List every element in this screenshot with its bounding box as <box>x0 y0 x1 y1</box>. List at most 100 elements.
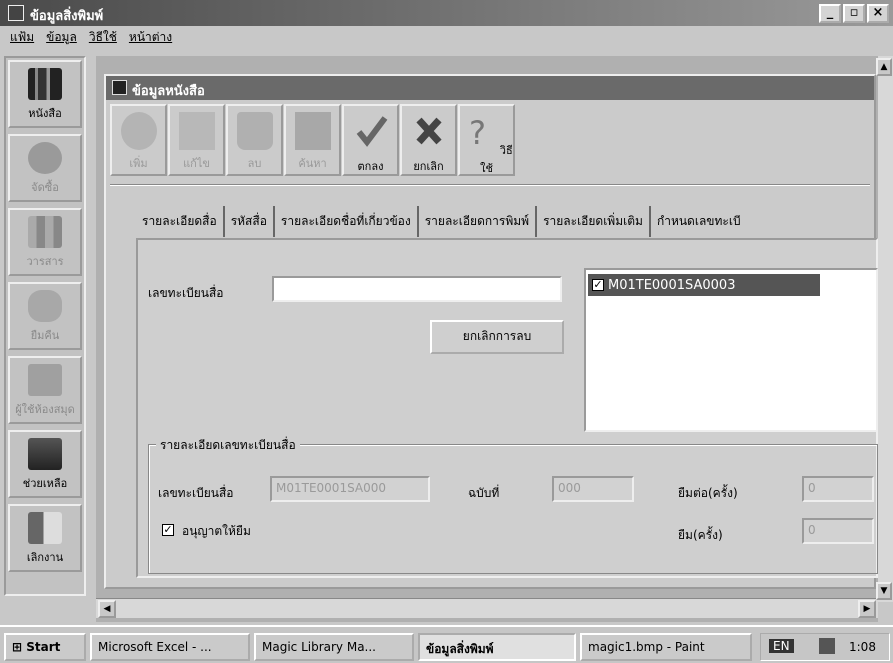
trash-icon <box>236 112 273 150</box>
copy-number-input[interactable]: 000 <box>552 476 634 502</box>
tab-additional-details[interactable]: รายละเอียดเพิ่มเติม <box>537 206 651 237</box>
menu-file[interactable]: แฟ้ม <box>10 28 34 47</box>
tab-media-details[interactable]: รายละเอียดสื่อ <box>136 206 225 237</box>
child-title-bar[interactable]: ข้อมูลหนังสือ <box>106 76 874 100</box>
question-icon: ? <box>469 114 486 152</box>
close-button[interactable]: × <box>867 4 889 23</box>
sidebar-item-circulation[interactable]: ยืมคืน <box>8 282 82 350</box>
scroll-right-icon[interactable]: ▶ <box>858 600 876 618</box>
sidebar-item-label: เลิกงาน <box>26 551 64 564</box>
book-info-window: ข้อมูลหนังสือ เพิ่ม แก้ไข ลบ ค้นหา ตกลง <box>104 74 878 589</box>
window-title: ข้อมูลสิ่งพิมพ์ <box>30 9 104 24</box>
sidebar-item-purchase[interactable]: จัดซื้อ <box>8 134 82 202</box>
menu-help[interactable]: วิธีใช้ <box>89 28 117 47</box>
maximize-button[interactable]: ▫ <box>843 4 865 23</box>
language-indicator[interactable]: EN <box>769 639 794 653</box>
renew-count-label: ยืมต่อ(ครั้ง) <box>678 486 738 500</box>
record-toolbar: เพิ่ม แก้ไข ลบ ค้นหา ตกลง ยกเลิก ? วิธีใ… <box>110 104 516 176</box>
cancel-button[interactable]: ยกเลิก <box>400 104 457 176</box>
sidebar-item-help[interactable]: ช่วยเหลือ <box>8 430 82 498</box>
members-icon <box>28 364 62 396</box>
task-publication-data[interactable]: ข้อมูลสิ่งพิมพ์ <box>418 633 576 661</box>
search-button[interactable]: ค้นหา <box>284 104 341 176</box>
edit-button-label: แก้ไข <box>183 157 210 170</box>
title-bar[interactable]: ข้อมูลสิ่งพิมพ์ _ ▫ × <box>0 0 893 26</box>
app-icon <box>8 5 24 21</box>
system-tray: EN 1:08 <box>760 633 890 661</box>
task-magic-library[interactable]: Magic Library Ma... <box>254 633 414 661</box>
tab-related-names[interactable]: รายละเอียดชื่อที่เกี่ยวข้อง <box>275 206 419 237</box>
vertical-scrollbar[interactable]: ▲ ▼ <box>876 56 893 602</box>
purchase-icon <box>28 142 62 174</box>
scroll-left-icon[interactable]: ◀ <box>98 600 116 618</box>
tab-registration[interactable]: กำหนดเลขทะเบี <box>651 206 747 237</box>
checkbox-icon[interactable]: ✓ <box>592 279 604 291</box>
windows-logo-icon: ⊞ <box>12 640 27 654</box>
start-button[interactable]: ⊞ Start <box>4 633 86 661</box>
allow-borrow-checkbox[interactable]: ✓ <box>162 524 174 536</box>
sidebar-item-books[interactable]: หนังสือ <box>8 60 82 128</box>
books-icon <box>28 68 62 100</box>
sidebar-item-members[interactable]: ผู้ใช้ห้องสมุด <box>8 356 82 424</box>
exit-icon <box>28 512 62 544</box>
menu-window[interactable]: หน้าต่าง <box>129 28 172 47</box>
journal-icon <box>28 216 62 248</box>
cancel-icon <box>415 117 442 145</box>
copy-number-label: ฉบับที่ <box>468 486 500 500</box>
group-title: รายละเอียดเลขทะเบียนสื่อ <box>156 436 300 455</box>
scroll-down-icon[interactable]: ▼ <box>876 582 892 600</box>
task-excel[interactable]: Microsoft Excel - ... <box>90 633 250 661</box>
module-sidebar: หนังสือ จัดซื้อ วารสาร ยืมคืน ผู้ใช้ห้อง… <box>4 56 86 596</box>
undelete-button[interactable]: ยกเลิกการลบ <box>430 320 564 354</box>
borrow-count-label: ยืม(ครั้ง) <box>678 528 723 542</box>
menu-data[interactable]: ข้อมูล <box>46 28 77 47</box>
sidebar-item-label: ช่วยเหลือ <box>22 477 68 490</box>
delete-button[interactable]: ลบ <box>226 104 283 176</box>
scroll-up-icon[interactable]: ▲ <box>876 58 892 76</box>
borrow-count-input[interactable]: 0 <box>802 518 874 544</box>
search-icon <box>294 112 331 150</box>
taskbar: ⊞ Start Microsoft Excel - ... Magic Libr… <box>0 625 893 663</box>
speaker-icon[interactable] <box>819 638 835 654</box>
reg-number-input[interactable] <box>272 276 562 302</box>
circulation-icon <box>28 290 62 322</box>
child-window-title: ข้อมูลหนังสือ <box>132 84 205 99</box>
help-button[interactable]: ? วิธีใช้ <box>458 104 515 176</box>
cancel-button-label: ยกเลิก <box>413 160 444 173</box>
renew-count-input[interactable]: 0 <box>802 476 874 502</box>
add-button-label: เพิ่ม <box>129 157 148 170</box>
detail-reg-input[interactable]: M01TE0001SA000 <box>270 476 430 502</box>
help-icon <box>28 438 62 470</box>
clock: 1:08 <box>849 640 876 654</box>
sidebar-item-label: วารสาร <box>26 255 64 268</box>
sidebar-item-label: ผู้ใช้ห้องสมุด <box>15 403 75 416</box>
reg-details-group <box>148 444 878 574</box>
sidebar-item-label: จัดซื้อ <box>31 181 59 194</box>
tab-publication-details[interactable]: รายละเอียดการพิมพ์ <box>419 206 538 237</box>
add-icon <box>120 112 157 150</box>
edit-button[interactable]: แก้ไข <box>168 104 225 176</box>
task-paint[interactable]: magic1.bmp - Paint <box>580 633 752 661</box>
tab-media-code[interactable]: รหัสสื่อ <box>225 206 275 237</box>
add-button[interactable]: เพิ่ม <box>110 104 167 176</box>
book-icon <box>112 80 127 95</box>
sidebar-item-journal[interactable]: วารสาร <box>8 208 82 276</box>
ok-button-label: ตกลง <box>357 160 384 173</box>
sidebar-item-exit[interactable]: เลิกงาน <box>8 504 82 572</box>
sidebar-item-label: ยืมคืน <box>30 329 60 342</box>
registration-panel: เลขทะเบียนสื่อ ยกเลิกการลบ ✓ M01TE0001SA… <box>136 238 878 578</box>
check-icon <box>356 116 387 147</box>
svg-text:?: ? <box>469 114 486 150</box>
sidebar-item-label: หนังสือ <box>28 107 62 120</box>
list-item[interactable]: ✓ M01TE0001SA0003 <box>588 274 820 296</box>
edit-icon <box>178 112 215 150</box>
toolbar-separator <box>110 184 870 186</box>
horizontal-scrollbar[interactable]: ◀ ▶ <box>96 598 878 618</box>
start-label: Start <box>26 640 61 654</box>
detail-reg-label: เลขทะเบียนสื่อ <box>158 486 234 500</box>
list-item-text: M01TE0001SA0003 <box>608 277 736 293</box>
ok-button[interactable]: ตกลง <box>342 104 399 176</box>
minimize-button[interactable]: _ <box>819 4 841 23</box>
reg-number-label: เลขทะเบียนสื่อ <box>148 286 224 300</box>
reg-number-list[interactable]: ✓ M01TE0001SA0003 <box>584 268 878 432</box>
